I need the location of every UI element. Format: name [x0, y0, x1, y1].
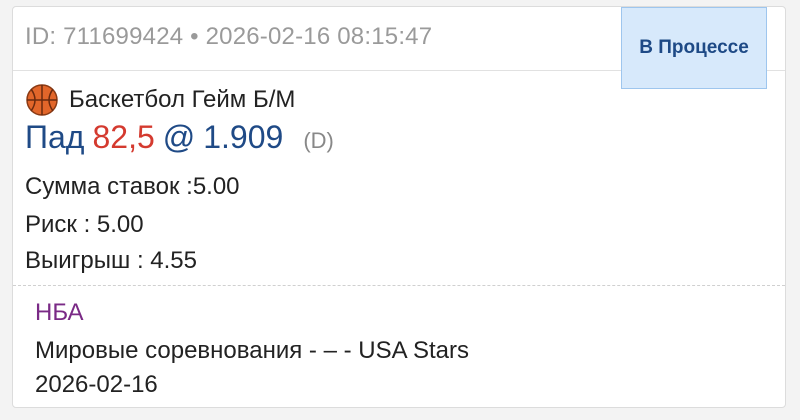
bet-ticket-card: ID: 711699424 • 2026-02-16 08:15:47 В Пр…: [12, 6, 786, 408]
status-badge: В Процессе: [621, 7, 767, 89]
sport-bet-type-label: Баскетбол Гейм Б/М: [69, 86, 296, 113]
stake-amount: Сумма ставок :5.00: [25, 173, 240, 200]
pick-row: Пад 82,5 @ 1.909 (D): [25, 119, 334, 167]
event-name: Мировые соревнования - – - USA Stars: [35, 337, 469, 364]
pick-line: 82,5: [92, 119, 155, 155]
pick-side: Пад: [25, 119, 85, 155]
section-divider: [13, 285, 785, 286]
sport-row: Баскетбол Гейм Б/М: [25, 83, 295, 117]
pick-at-symbol: @: [162, 119, 196, 155]
pick-odds: 1.909: [203, 119, 284, 155]
risk-amount: Риск : 5.00: [25, 211, 144, 238]
league-name: НБА: [35, 299, 84, 326]
basketball-icon: [25, 83, 59, 117]
odds-format-label: (D): [303, 128, 334, 153]
event-date: 2026-02-16: [35, 371, 158, 398]
win-amount: Выигрыш : 4.55: [25, 247, 197, 274]
ticket-id-timestamp: ID: 711699424 • 2026-02-16 08:15:47: [25, 23, 433, 50]
